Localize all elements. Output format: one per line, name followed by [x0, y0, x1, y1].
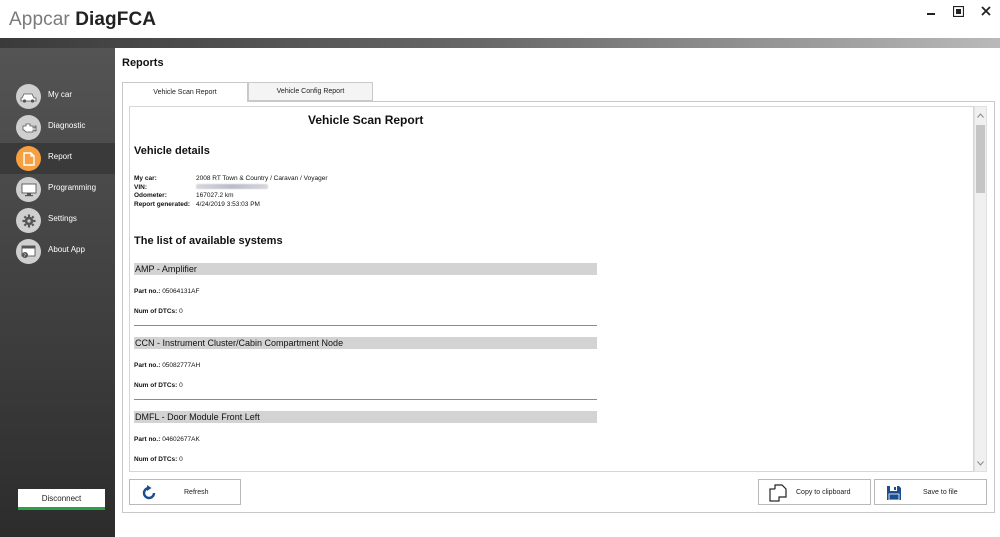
maximize-icon: [952, 5, 964, 17]
copy-label: Copy to clipboard: [796, 489, 851, 496]
sidebar-item-programming[interactable]: Programming: [0, 174, 115, 205]
refresh-label: Refresh: [184, 489, 209, 496]
document-icon: [16, 146, 41, 171]
sidebar-item-report[interactable]: Report: [0, 143, 115, 174]
sidebar-item-diagnostic[interactable]: Diagnostic: [0, 112, 115, 143]
sidebar-item-label: Diagnostic: [48, 121, 86, 130]
header-gradient-strip: [0, 38, 1000, 48]
system-divider: [134, 325, 597, 326]
page-title: Reports: [122, 57, 164, 69]
dtc-count-line: Num of DTCs: 0: [134, 308, 183, 315]
app-logo: Appcar DiagFCA: [9, 9, 156, 31]
sidebar-item-label: Settings: [48, 214, 77, 223]
report-title: Vehicle Scan Report: [308, 113, 424, 127]
system-divider: [134, 399, 597, 400]
systems-heading: The list of available systems: [134, 235, 283, 247]
maximize-button[interactable]: [948, 2, 968, 20]
system-entry: CCN - Instrument Cluster/Cabin Compartme…: [134, 337, 597, 401]
vin-redacted: [196, 184, 268, 190]
report-scrollbar[interactable]: [974, 106, 987, 472]
copy-to-clipboard-button[interactable]: Copy to clipboard: [758, 479, 871, 505]
disconnect-button[interactable]: Disconnect: [18, 489, 105, 510]
part-number-line: Part no.: 05082777AH: [134, 362, 201, 369]
minimize-icon: [927, 13, 935, 15]
sidebar-item-settings[interactable]: Settings: [0, 205, 115, 236]
system-name: CCN - Instrument Cluster/Cabin Compartme…: [134, 337, 597, 349]
dtc-count-line: Num of DTCs: 0: [134, 456, 183, 463]
vehicle-details-heading: Vehicle details: [134, 145, 210, 157]
sidebar: My car Diagnostic Report Programming Set…: [0, 48, 115, 537]
close-icon: [981, 6, 991, 16]
sidebar-item-label: My car: [48, 90, 72, 99]
save-to-file-button[interactable]: Save to file: [874, 479, 987, 505]
copy-icon: [769, 484, 787, 502]
monitor-icon: [16, 177, 41, 202]
part-number-line: Part no.: 04602677AK: [134, 436, 200, 443]
sidebar-item-label: Report: [48, 152, 73, 161]
gear-icon: [16, 208, 41, 233]
about-window-icon: ?: [16, 239, 41, 264]
detail-row-report-generated: Report generated: 4/24/2019 3:53:03 PM: [134, 200, 260, 208]
app-product: DiagFCA: [75, 9, 157, 30]
system-entry: DMFL - Door Module Front Left Part no.: …: [134, 411, 597, 471]
scroll-up-arrow-icon[interactable]: [975, 109, 986, 121]
part-number-line: Part no.: 05064131AF: [134, 288, 200, 295]
save-label: Save to file: [923, 489, 958, 496]
scrollbar-thumb[interactable]: [976, 125, 985, 193]
engine-icon: [16, 115, 41, 140]
title-bar: Appcar DiagFCA: [0, 0, 1000, 38]
floppy-disk-icon: [885, 484, 903, 502]
app-brand: Appcar: [9, 9, 76, 30]
detail-row-vin: VIN:: [134, 184, 328, 193]
car-icon: [16, 84, 41, 109]
detail-row-odometer: Odometer: 167027.2 km: [134, 192, 234, 199]
tab-vehicle-scan-report[interactable]: Vehicle Scan Report: [122, 82, 248, 102]
close-button[interactable]: [976, 2, 996, 20]
sidebar-item-my-car[interactable]: My car: [0, 81, 115, 112]
detail-row-my-car: My car: 2008 RT Town & Country / Caravan …: [134, 175, 328, 182]
sidebar-item-label: About App: [48, 245, 85, 254]
report-view[interactable]: Vehicle Scan Report Vehicle details My c…: [129, 106, 974, 472]
refresh-icon: [140, 484, 158, 502]
system-name: DMFL - Door Module Front Left: [134, 411, 597, 423]
minimize-button[interactable]: [921, 2, 941, 20]
vehicle-details: My car: 2008 RT Town & Country / Caravan …: [134, 175, 328, 209]
sidebar-item-label: Programming: [48, 183, 97, 192]
sidebar-item-about[interactable]: ? About App: [0, 236, 115, 267]
system-entry: AMP - Amplifier Part no.: 05064131AF Num…: [134, 263, 597, 327]
scroll-down-arrow-icon[interactable]: [975, 457, 986, 469]
system-name: AMP - Amplifier: [134, 263, 597, 275]
dtc-count-line: Num of DTCs: 0: [134, 382, 183, 389]
tab-vehicle-config-report[interactable]: Vehicle Config Report: [248, 82, 373, 101]
refresh-button[interactable]: Refresh: [129, 479, 241, 505]
